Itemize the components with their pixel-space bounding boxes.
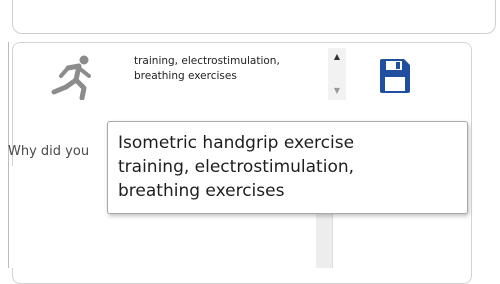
tooltip: Isometric handgrip exercise training, el… bbox=[107, 121, 468, 214]
top-panel bbox=[12, 0, 496, 34]
tooltip-text: Isometric handgrip exercise training, el… bbox=[118, 133, 355, 201]
activity-textarea[interactable]: training, electrostimulation, breathing … bbox=[126, 46, 348, 102]
save-icon[interactable] bbox=[378, 58, 412, 94]
activity-textarea-scrollbar[interactable]: ▲ ▼ bbox=[328, 48, 346, 100]
chevron-down-icon[interactable]: ▼ bbox=[328, 84, 346, 98]
activity-textarea-value[interactable]: training, electrostimulation, breathing … bbox=[134, 54, 322, 84]
running-person-icon bbox=[51, 55, 91, 100]
question-label: Why did you bbox=[8, 144, 90, 159]
chevron-up-icon[interactable]: ▲ bbox=[328, 50, 346, 64]
